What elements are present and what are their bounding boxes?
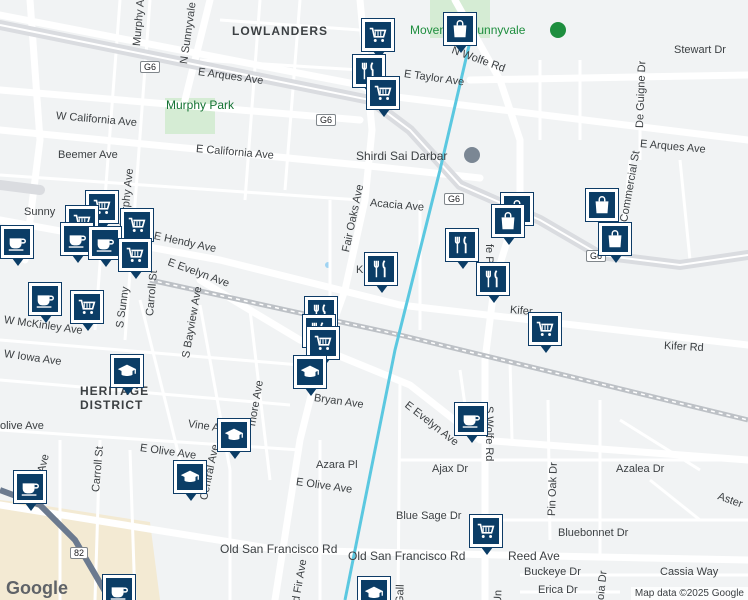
street-label-de-guigne: De Guigne Dr (634, 60, 649, 129)
cafe-icon (458, 406, 484, 432)
school-marker[interactable] (357, 576, 391, 600)
cafe-icon (17, 474, 43, 500)
map-attribution[interactable]: Map data ©2025 Google (630, 587, 748, 600)
neighborhood-label-lowlanders: LOWLANDERS (232, 24, 328, 38)
restaurant-icon (449, 232, 475, 258)
school-icon (297, 359, 323, 385)
street-label-un: Un (492, 589, 505, 600)
shopping-bag-icon (495, 208, 521, 234)
grocery-icon (365, 22, 391, 48)
grocery-icon (473, 518, 499, 544)
street-label-buckeye: Buckeye Dr (524, 566, 581, 578)
grocery-icon (124, 212, 150, 238)
street-label-olive-left: olive Ave (0, 420, 44, 432)
cafe-marker[interactable] (13, 470, 47, 511)
street-label-cassia: Cassia Way (660, 566, 719, 578)
cafe-marker[interactable] (88, 226, 122, 267)
street-label-old-sf-right: Old San Francisco Rd (348, 549, 466, 563)
restaurant-marker[interactable] (476, 262, 510, 303)
shopping-bag-marker[interactable] (585, 188, 619, 229)
school-icon (114, 358, 140, 384)
street-label-k: K (356, 264, 364, 276)
google-logo: Google (6, 578, 68, 598)
grocery-marker[interactable] (70, 290, 104, 331)
school-icon (221, 422, 247, 448)
street-label-beemer: Beemer Ave (58, 149, 118, 161)
street-label-azalea: Azalea Dr (616, 463, 665, 475)
cafe-icon (92, 230, 118, 256)
grocery-icon (122, 242, 148, 268)
street-label-fe-p: fe P (483, 244, 495, 264)
street-label-gall: Gall (394, 584, 407, 600)
cafe-marker[interactable] (28, 282, 62, 323)
school-marker[interactable] (293, 355, 327, 396)
grocery-icon (532, 316, 558, 342)
shopping-bag-icon (602, 226, 628, 252)
restaurant-icon (368, 256, 394, 282)
cafe-icon (4, 229, 30, 255)
cafe-marker[interactable] (102, 574, 136, 600)
street-label-sunny: Sunny (24, 206, 56, 218)
street-label-stewart: Stewart Dr (674, 44, 726, 56)
street-label-reed: Reed Ave (508, 549, 560, 563)
street-label-blue-sage: Blue Sage Dr (396, 510, 462, 522)
cafe-icon (64, 226, 90, 252)
cafe-icon (106, 578, 132, 600)
grocery-marker[interactable] (469, 514, 503, 555)
shopping-bag-marker[interactable] (443, 12, 477, 53)
school-marker[interactable] (110, 354, 144, 395)
shopping-bag-marker[interactable] (491, 204, 525, 245)
route-shield-g6: G6 (140, 61, 161, 73)
restaurant-marker[interactable] (364, 252, 398, 293)
school-icon (361, 580, 387, 600)
route-shield-82: 82 (70, 547, 89, 559)
cafe-marker[interactable] (0, 225, 34, 266)
grocery-marker[interactable] (361, 18, 395, 59)
grocery-icon (370, 80, 396, 106)
school-marker[interactable] (173, 460, 207, 501)
grocery-marker[interactable] (366, 76, 400, 117)
poi-label-shirdi[interactable]: Shirdi Sai Darbar (356, 149, 447, 163)
grocery-icon (74, 294, 100, 320)
poi-marker-icon[interactable] (550, 22, 566, 38)
street-label-azara: Azara Pl (316, 459, 358, 471)
grocery-icon (310, 330, 336, 356)
neighborhood-label-heritage-2: DISTRICT (80, 398, 144, 412)
street-label-pin-oak: Pin Oak Dr (546, 462, 560, 517)
street-label-old-sf-left: Old San Francisco Rd (220, 542, 338, 556)
restaurant-marker[interactable] (445, 228, 479, 269)
map-canvas[interactable]: LOWLANDERS HERITAGE DISTRICT Murphy Park… (0, 0, 748, 600)
shopping-bag-marker[interactable] (598, 222, 632, 263)
street-label-kifer-2: Kifer Rd (663, 340, 705, 355)
temple-icon[interactable] (464, 147, 480, 163)
shopping-bag-icon (589, 192, 615, 218)
grocery-marker[interactable] (528, 312, 562, 353)
grocery-marker[interactable] (120, 208, 154, 249)
school-icon (177, 464, 203, 490)
shopping-bag-icon (447, 16, 473, 42)
cafe-marker[interactable] (454, 402, 488, 443)
school-marker[interactable] (217, 418, 251, 459)
cafe-icon (32, 286, 58, 312)
route-shield-g6: G6 (444, 193, 465, 205)
street-label-bluebonnet: Bluebonnet Dr (558, 527, 629, 539)
street-label-erica: Erica Dr (538, 584, 578, 596)
park-label-murphy[interactable]: Murphy Park (166, 98, 234, 112)
restaurant-icon (480, 266, 506, 292)
route-shield-g6: G6 (316, 114, 337, 126)
street-label-ajax: Ajax Dr (432, 463, 469, 475)
grocery-marker[interactable] (118, 238, 152, 279)
